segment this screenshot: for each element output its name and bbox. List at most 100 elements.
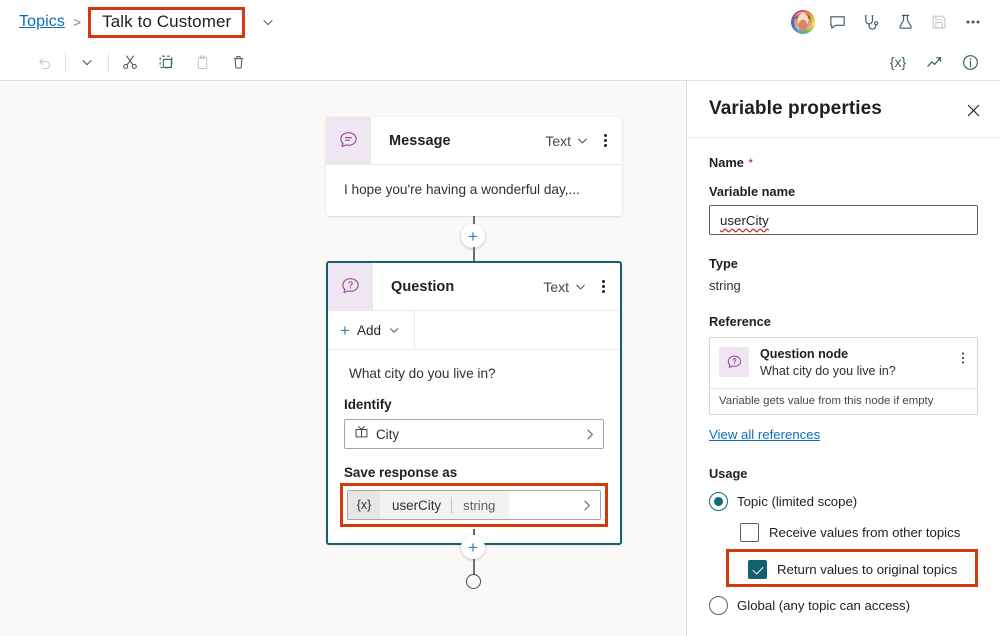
panel-title: Variable properties	[709, 98, 882, 119]
variable-name-label: Variable name	[709, 184, 796, 199]
top-bar: Topics > Talk to Customer	[0, 0, 1000, 44]
plus-glyph: +	[340, 320, 350, 340]
question-add-row: + Add	[328, 311, 620, 350]
question-node-title: Question	[391, 278, 455, 295]
analytics-icon[interactable]	[916, 48, 952, 76]
checkbox-return-values-to-original-topics[interactable]: Return values to original topics	[748, 560, 967, 579]
reference-card[interactable]: Question node What city do you live in? …	[709, 337, 978, 415]
user-avatar[interactable]	[791, 10, 815, 34]
add-node-button-1[interactable]: +	[461, 224, 485, 248]
add-button[interactable]: + Add	[328, 311, 415, 349]
variable-chip: {x} userCity string	[348, 491, 510, 519]
breadcrumb-topics-link[interactable]: Topics	[19, 13, 65, 31]
checkbox-icon-unchecked[interactable]	[740, 523, 759, 542]
breadcrumb: Topics > Talk to Customer	[0, 6, 275, 38]
more-vertical-icon[interactable]	[955, 350, 971, 366]
chevron-down-icon[interactable]	[69, 48, 105, 76]
comment-icon[interactable]	[820, 5, 854, 39]
identify-field[interactable]: City	[344, 419, 604, 449]
message-bubble-icon	[326, 117, 371, 164]
radio-global-label: Global (any topic can access)	[737, 598, 910, 613]
message-node[interactable]: Message Text I hope you're having a wond…	[326, 117, 622, 216]
breadcrumb-current-highlight: Talk to Customer	[88, 6, 246, 38]
name-label-row: Name *	[709, 154, 978, 172]
question-prompt-text[interactable]: What city do you live in?	[344, 364, 604, 397]
radio-topic-limited-scope[interactable]: Topic (limited scope)	[709, 492, 978, 511]
radio-icon-checked[interactable]	[709, 492, 728, 511]
save-response-label: Save response as	[344, 465, 458, 480]
chevron-down-icon[interactable]	[571, 280, 590, 293]
name-label: Name	[709, 155, 744, 170]
reference-card-footer: Variable gets value from this node if em…	[710, 388, 977, 414]
message-node-body[interactable]: I hope you're having a wonderful day,...	[326, 165, 622, 216]
variables-glyph: {x}	[889, 54, 907, 70]
question-node[interactable]: Question Text + Add What city do you liv…	[326, 261, 622, 545]
add-node-button-2[interactable]: +	[461, 535, 485, 559]
chevron-down-icon[interactable]	[388, 324, 400, 336]
variable-glyph: {x}	[348, 491, 380, 519]
chevron-right-icon[interactable]	[579, 498, 594, 513]
app-root: Topics > Talk to Customer {x} + Message …	[0, 0, 1000, 636]
save-icon[interactable]	[922, 5, 956, 39]
radio-icon-unchecked[interactable]	[709, 596, 728, 615]
question-node-body: What city do you live in? Identify City …	[328, 350, 620, 543]
message-node-title: Message	[389, 132, 451, 149]
close-icon[interactable]	[960, 97, 986, 123]
variables-icon[interactable]: {x}	[880, 48, 916, 76]
plus-glyph: +	[468, 537, 478, 557]
variable-name-input[interactable]: userCity	[709, 205, 978, 235]
variable-properties-panel: Variable properties Name * Variable name…	[686, 81, 1000, 636]
copy-selection-icon[interactable]	[148, 48, 184, 76]
save-response-field[interactable]: {x} userCity string	[347, 490, 601, 520]
question-node-header: Question Text	[328, 263, 620, 311]
panel-header: Variable properties	[687, 81, 1000, 137]
reference-card-texts: Question node What city do you live in?	[760, 347, 896, 379]
add-button-label: Add	[356, 322, 381, 338]
edit-toolbar: {x}	[0, 44, 1000, 81]
identify-label: Identify	[344, 397, 392, 412]
authoring-canvas[interactable]: + Message Text I hope you're having a wo…	[0, 81, 686, 636]
identify-value: City	[376, 426, 400, 442]
toolbar-divider	[65, 53, 66, 71]
top-bar-actions	[786, 0, 990, 44]
delete-icon[interactable]	[220, 48, 256, 76]
plus-glyph: +	[468, 226, 478, 246]
flask-icon[interactable]	[888, 5, 922, 39]
question-node-type: Text	[543, 278, 569, 295]
more-vertical-icon[interactable]	[592, 274, 614, 300]
edit-toolbar-right: {x}	[880, 48, 988, 76]
radio-global-any-topic-can-access[interactable]: Global (any topic can access)	[709, 596, 978, 615]
checkbox-receive-values-from-other-topics[interactable]: Receive values from other topics	[740, 523, 978, 542]
breadcrumb-current-topic[interactable]: Talk to Customer	[102, 12, 231, 31]
question-bubble-icon	[719, 347, 749, 377]
entity-icon	[354, 424, 369, 444]
reference-card-top: Question node What city do you live in?	[710, 338, 977, 388]
required-marker: *	[748, 156, 753, 170]
stethoscope-icon[interactable]	[854, 5, 888, 39]
cut-icon[interactable]	[112, 48, 148, 76]
end-node-marker	[466, 574, 481, 589]
message-node-actions: Text	[545, 128, 616, 154]
message-node-type: Text	[545, 132, 571, 149]
radio-topic-limited-scope-label: Topic (limited scope)	[737, 494, 858, 509]
more-icon[interactable]	[956, 5, 990, 39]
more-vertical-icon[interactable]	[594, 128, 616, 154]
toolbar-divider	[108, 53, 109, 71]
edit-toolbar-left	[0, 48, 256, 76]
view-all-references-link[interactable]: View all references	[709, 427, 820, 442]
checkbox-return-values-label: Return values to original topics	[777, 562, 958, 577]
question-bubble-icon	[328, 263, 373, 310]
message-node-header: Message Text	[326, 117, 622, 165]
save-response-highlight: {x} userCity string	[340, 483, 608, 527]
chevron-down-icon[interactable]	[573, 134, 592, 147]
type-value: string	[709, 278, 741, 293]
variable-type: string	[463, 497, 496, 513]
chevron-right-icon[interactable]	[582, 427, 597, 442]
paste-icon[interactable]	[184, 48, 220, 76]
info-icon[interactable]	[952, 48, 988, 76]
chevron-down-icon[interactable]	[261, 15, 275, 29]
return-values-highlight: Return values to original topics	[726, 549, 978, 587]
undo-icon[interactable]	[26, 48, 62, 76]
usage-label: Usage	[709, 466, 748, 481]
checkbox-icon-checked[interactable]	[748, 560, 767, 579]
